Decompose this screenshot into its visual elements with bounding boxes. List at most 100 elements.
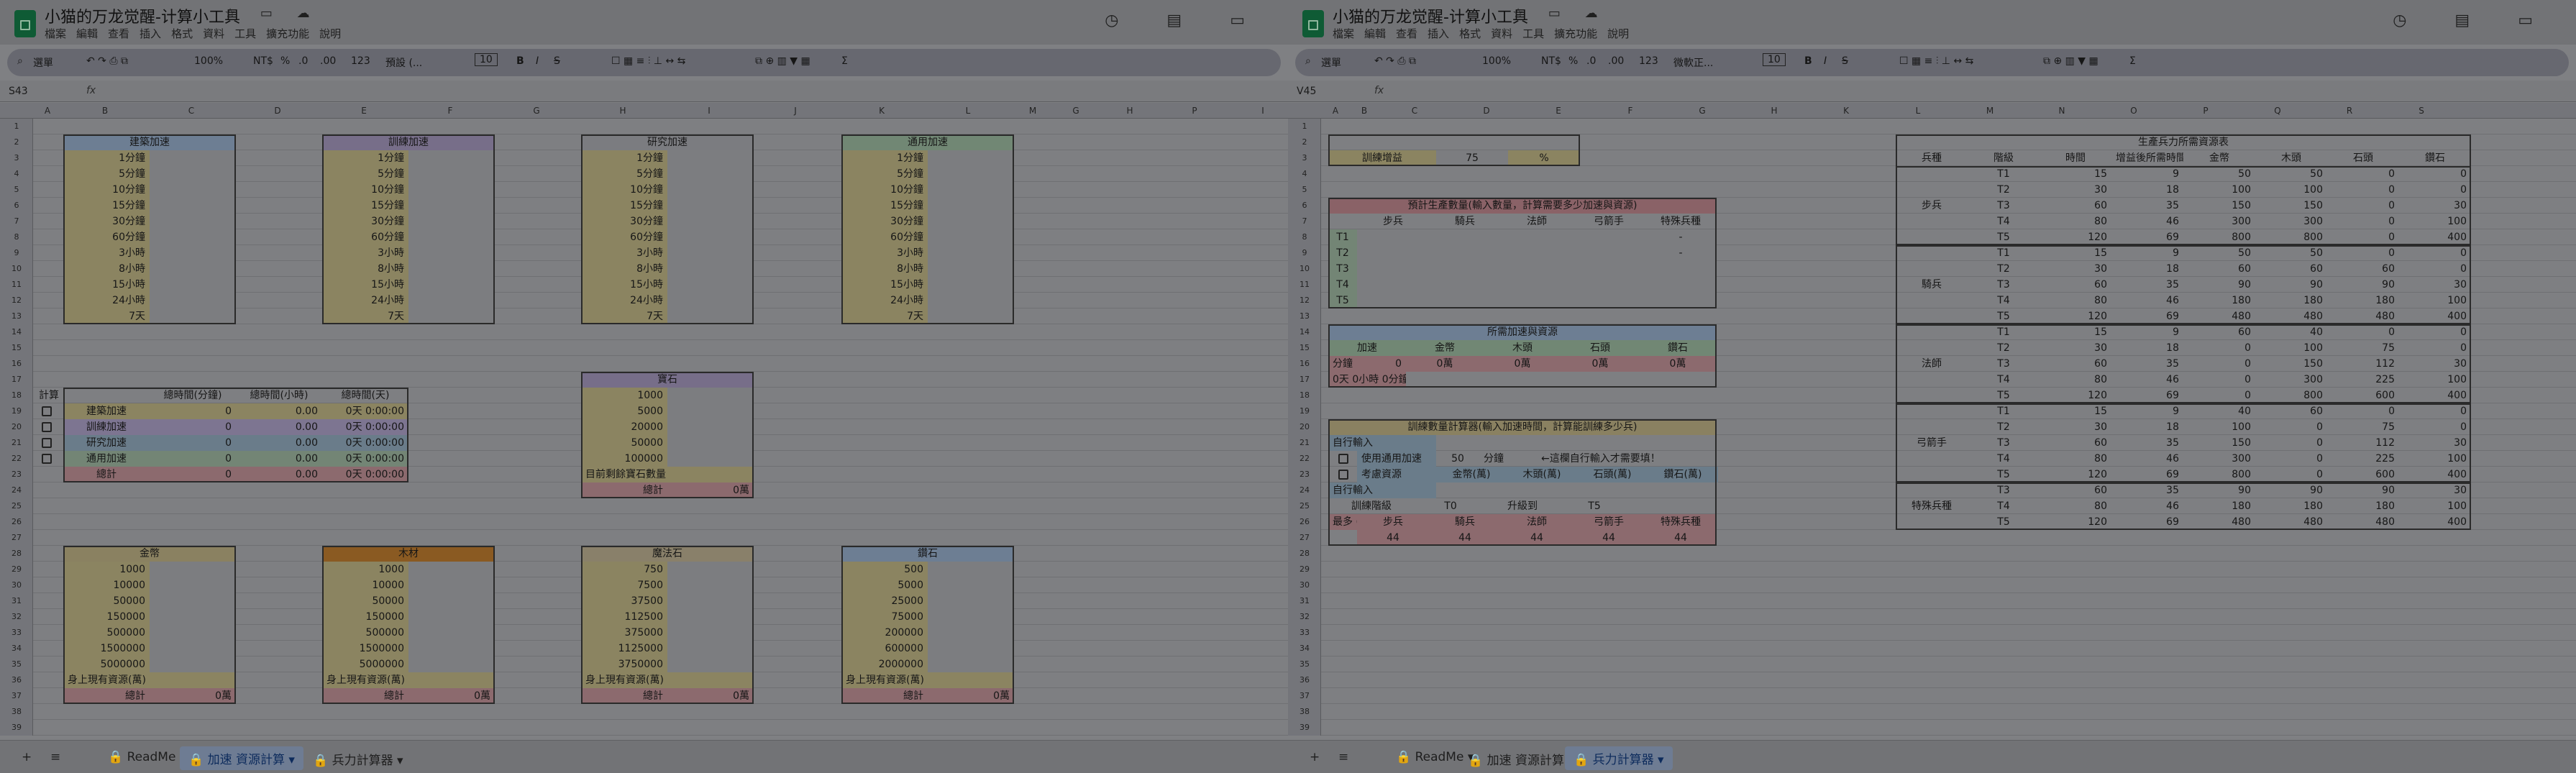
italic-button[interactable]: I: [536, 55, 539, 67]
add-sheet-icon[interactable]: +: [1310, 750, 1320, 764]
currency-button[interactable]: NT$: [253, 55, 273, 67]
row-header[interactable]: 32: [1288, 609, 1321, 625]
strike-button[interactable]: S: [554, 55, 560, 67]
menu-tools[interactable]: 工具: [234, 27, 256, 40]
column-header[interactable]: G: [1054, 106, 1097, 116]
column-header[interactable]: I: [1227, 106, 1288, 116]
search-icon[interactable]: ⌕: [17, 55, 23, 67]
row-header[interactable]: 13: [1288, 308, 1321, 324]
row-header[interactable]: 24: [1288, 482, 1321, 498]
column-header[interactable]: G: [1666, 106, 1738, 116]
row-header[interactable]: 37: [0, 688, 33, 704]
row-header[interactable]: 39: [0, 720, 33, 736]
column-header[interactable]: C: [1379, 106, 1451, 116]
row-header[interactable]: 14: [0, 324, 33, 340]
row-header[interactable]: 9: [1288, 245, 1321, 261]
cell-reference[interactable]: S43: [9, 86, 28, 97]
menu-view[interactable]: 查看: [108, 27, 129, 40]
decimal-decrease[interactable]: .0: [298, 55, 308, 67]
undo-icon[interactable]: ↶ ↷ ⎙ ⧉: [86, 55, 128, 67]
font-size[interactable]: 10: [1763, 53, 1786, 66]
column-header[interactable]: I: [666, 106, 752, 116]
column-header[interactable]: B: [62, 106, 148, 116]
row-header[interactable]: 17: [1288, 372, 1321, 388]
row-header[interactable]: 7: [1288, 214, 1321, 229]
row-header[interactable]: 2: [0, 134, 33, 150]
column-header[interactable]: M: [1011, 106, 1054, 116]
menu-file[interactable]: 檔案: [45, 27, 66, 40]
right-icons[interactable]: ◷ ▤ ▭: [2393, 12, 2554, 29]
format-123[interactable]: 123: [351, 55, 370, 67]
row-header[interactable]: 3: [1288, 150, 1321, 166]
row-header[interactable]: 31: [1288, 593, 1321, 609]
row-header[interactable]: 36: [0, 672, 33, 688]
all-sheets-icon[interactable]: ≡: [1338, 750, 1348, 764]
row-header[interactable]: 21: [1288, 435, 1321, 451]
column-header[interactable]: Q: [2242, 106, 2314, 116]
row-header[interactable]: 38: [0, 704, 33, 720]
column-header[interactable]: L: [1882, 106, 1954, 116]
menu-search[interactable]: 選單: [1321, 55, 1341, 70]
strike-button[interactable]: S: [1842, 55, 1848, 67]
row-header[interactable]: 34: [1288, 641, 1321, 657]
row-header[interactable]: 25: [1288, 498, 1321, 514]
row-header[interactable]: 23: [0, 467, 33, 482]
row-header[interactable]: 11: [1288, 277, 1321, 293]
row-header[interactable]: 31: [0, 593, 33, 609]
row-header[interactable]: 16: [1288, 356, 1321, 372]
title-icons[interactable]: ☆ ▭ ☁: [224, 6, 320, 21]
row-header[interactable]: 30: [1288, 577, 1321, 593]
sheet-grid[interactable]: ABCDEFGHIJKLMGHPI 1 2 3 4 5 6 7 8 9 10 11 12 13 14 15 1…: [0, 103, 1288, 736]
function-button[interactable]: Σ: [841, 55, 848, 67]
menu-edit[interactable]: 編輯: [76, 27, 98, 40]
row-header[interactable]: 12: [0, 293, 33, 308]
format-123[interactable]: 123: [1639, 55, 1658, 67]
row-header[interactable]: 37: [1288, 688, 1321, 704]
menu-format[interactable]: 格式: [1459, 27, 1481, 40]
column-header[interactable]: P: [1162, 106, 1227, 116]
row-header[interactable]: 4: [0, 166, 33, 182]
menu-insert[interactable]: 插入: [1428, 27, 1449, 40]
row-header[interactable]: 32: [0, 609, 33, 625]
row-header[interactable]: 22: [0, 451, 33, 467]
menu-search[interactable]: 選單: [33, 55, 53, 70]
row-header[interactable]: 13: [0, 308, 33, 324]
sheets-logo-icon[interactable]: [1302, 10, 1324, 37]
row-header[interactable]: 36: [1288, 672, 1321, 688]
document-title[interactable]: 小猫的万龙觉醒-计算小工具: [1333, 4, 1528, 27]
tab-readme[interactable]: 🔒 ReadMe ▾: [1396, 750, 1474, 764]
row-header[interactable]: 2: [1288, 134, 1321, 150]
sheets-logo-icon[interactable]: [14, 10, 36, 37]
row-header[interactable]: 30: [0, 577, 33, 593]
row-header[interactable]: 9: [0, 245, 33, 261]
menu-extensions[interactable]: 擴充功能: [266, 27, 309, 40]
title-icons[interactable]: ☆ ▭ ☁: [1512, 6, 1608, 21]
row-header[interactable]: 11: [0, 277, 33, 293]
column-header[interactable]: L: [925, 106, 1011, 116]
zoom-select[interactable]: 100%: [1482, 55, 1511, 67]
row-header[interactable]: 19: [0, 403, 33, 419]
search-icon[interactable]: ⌕: [1305, 55, 1311, 67]
undo-icon[interactable]: ↶ ↷ ⎙ ⧉: [1374, 55, 1416, 67]
row-header[interactable]: 18: [1288, 388, 1321, 403]
row-header[interactable]: 5: [1288, 182, 1321, 198]
row-header[interactable]: 8: [1288, 229, 1321, 245]
column-header[interactable]: H: [1738, 106, 1810, 116]
column-header[interactable]: P: [2170, 106, 2242, 116]
column-header[interactable]: R: [2314, 106, 2385, 116]
tab-speed-resource[interactable]: 🔒 加速 資源計算 ▾: [1468, 750, 1574, 768]
column-header[interactable]: F: [1594, 106, 1666, 116]
column-header[interactable]: N: [2026, 106, 2098, 116]
column-header[interactable]: A: [1321, 106, 1350, 116]
row-header[interactable]: 15: [1288, 340, 1321, 356]
bold-button[interactable]: B: [516, 55, 524, 67]
column-header[interactable]: F: [407, 106, 493, 116]
column-header[interactable]: E: [1522, 106, 1594, 116]
row-header[interactable]: 3: [0, 150, 33, 166]
menu-data[interactable]: 資料: [1491, 27, 1512, 40]
row-header[interactable]: 4: [1288, 166, 1321, 182]
row-header[interactable]: 14: [1288, 324, 1321, 340]
column-header[interactable]: K: [839, 106, 925, 116]
right-icons[interactable]: ◷ ▤ ▭: [1105, 12, 1266, 29]
menu-extensions[interactable]: 擴充功能: [1554, 27, 1597, 40]
